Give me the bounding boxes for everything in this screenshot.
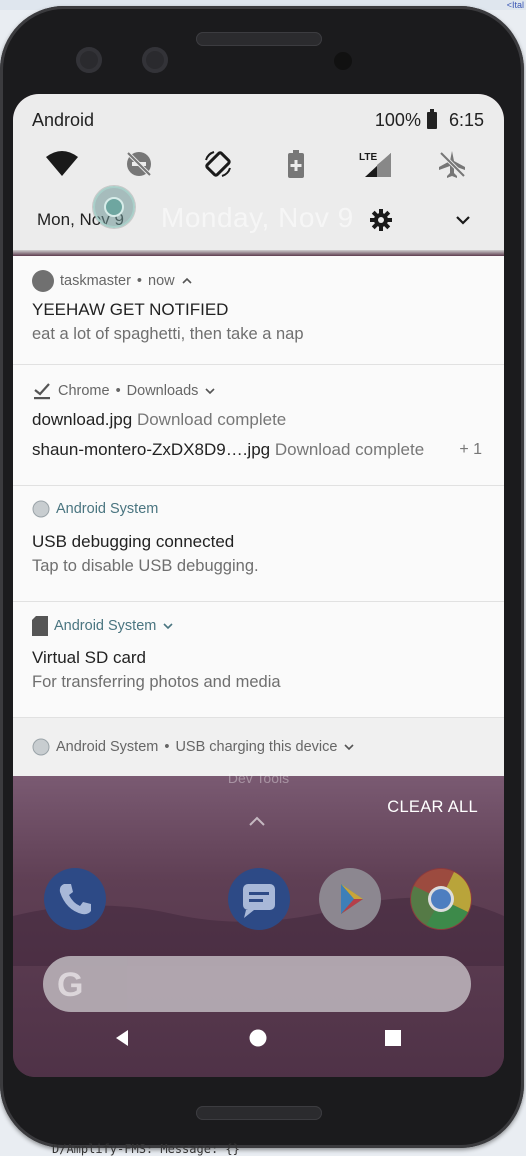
app-name: Android System [54, 618, 157, 634]
notification-subtext: USB charging this device [175, 739, 338, 755]
notification-taskmaster[interactable]: taskmaster • now YEEHAW GET NOTIFIED eat… [13, 256, 504, 365]
phone-app-icon[interactable] [44, 868, 106, 930]
messages-app-icon[interactable] [228, 868, 290, 930]
home-screen: Dev Tools CLEAR ALL G [13, 770, 504, 1077]
notification-title: Virtual SD card [32, 648, 147, 667]
play-store-app-icon[interactable] [319, 868, 381, 930]
notification-time: now [148, 273, 175, 289]
download-status: Download complete [274, 440, 425, 459]
notification-body: eat a lot of spaghetti, then take a nap [32, 325, 304, 343]
auto-rotate-icon[interactable] [196, 142, 240, 186]
status-indicators: 100% 6:15 [374, 109, 484, 131]
download-line-1: download.jpg Download complete [32, 410, 286, 430]
expand-chevron-down-icon[interactable] [343, 741, 355, 753]
notification-body: For transferring photos and media [32, 673, 281, 691]
mobile-data-lte-icon[interactable]: LTE [352, 142, 396, 186]
back-icon[interactable] [110, 1026, 134, 1050]
expand-chevron-down-icon[interactable] [162, 620, 174, 632]
front-camera [142, 47, 168, 73]
separator-dot: • [164, 739, 170, 755]
airplane-mode-off-icon[interactable] [430, 142, 474, 186]
notification-header: Android System • USB charging this devic… [32, 738, 355, 756]
google-logo: G [57, 966, 84, 1004]
collapse-chevron-up-icon[interactable] [181, 275, 193, 287]
notification-header: taskmaster • now [32, 270, 193, 292]
app-drawer-chevron-up-icon[interactable] [247, 814, 267, 828]
chrome-app-icon[interactable] [410, 868, 472, 930]
recents-icon[interactable] [381, 1026, 405, 1050]
notification-header: Android System [32, 500, 158, 518]
notification-usb-charging[interactable]: Android System • USB charging this devic… [13, 718, 504, 777]
home-icon[interactable] [246, 1026, 270, 1050]
notification-virtual-sd-card[interactable]: Android System Virtual SD card For trans… [13, 602, 504, 718]
expand-chevron-down-icon[interactable] [451, 208, 475, 232]
settings-gear-icon[interactable] [369, 208, 393, 232]
more-count: + 1 [459, 441, 482, 458]
battery-icon [426, 109, 437, 129]
notification-body: Tap to disable USB debugging. [32, 557, 259, 575]
front-sensor [76, 47, 102, 73]
folder-label: Dev Tools [227, 770, 290, 786]
quick-settings-panel: Android 100% 6:15 LTE Mon, Nov 9 Monday,… [13, 94, 504, 250]
proximity-sensor [334, 52, 352, 70]
app-name: Chrome [58, 383, 110, 399]
touch-indicator [93, 186, 135, 228]
earpiece-speaker [196, 32, 322, 46]
file-name: shaun-montero-ZxDX8D9….jpg [32, 440, 271, 459]
app-name: taskmaster [60, 273, 131, 289]
separator-dot: • [136, 273, 142, 289]
download-check-icon [34, 383, 50, 400]
status-label: Android [32, 110, 95, 130]
clear-all-button[interactable]: CLEAR ALL [387, 798, 478, 817]
background-text: <Ital [506, 0, 524, 10]
notification-usb-debugging[interactable]: Android System USB debugging connected T… [13, 486, 504, 602]
notification-header: Android System [32, 616, 174, 636]
download-line-2: shaun-montero-ZxDX8D9….jpg Download comp… [32, 440, 424, 460]
notification-title: USB debugging connected [32, 532, 235, 551]
battery-saver-icon[interactable] [274, 142, 318, 186]
sd-card-icon [32, 616, 48, 636]
bottom-speaker [196, 1106, 322, 1120]
notification-title: YEEHAW GET NOTIFIED [32, 300, 229, 319]
background-log-line: D/Amplify-FMS: Message: {} [52, 1142, 240, 1156]
quick-settings-tiles: LTE [13, 142, 504, 186]
app-name: Android System [56, 739, 159, 755]
clock: 6:15 [448, 110, 484, 130]
notification-chrome-downloads[interactable]: Chrome • Downloads download.jpg Download… [13, 365, 504, 486]
download-status: Download complete [136, 410, 287, 429]
lte-badge: LTE [359, 152, 377, 163]
file-name: download.jpg [32, 410, 133, 429]
phone-frame: Android 100% 6:15 LTE Mon, Nov 9 Monday,… [0, 6, 524, 1148]
battery-percent: 100% [374, 110, 421, 130]
date-large-fading: Monday, Nov 9 [161, 202, 354, 233]
do-not-disturb-off-icon[interactable] [117, 142, 161, 186]
notification-header: Chrome • Downloads [32, 382, 216, 400]
taskmaster-app-icon [32, 270, 54, 292]
android-system-icon [32, 738, 50, 756]
notification-subtext: Downloads [126, 383, 199, 399]
google-search-bar[interactable]: G [43, 956, 471, 1012]
app-name: Android System [56, 501, 159, 517]
device-screen: Android 100% 6:15 LTE Mon, Nov 9 Monday,… [13, 94, 504, 1077]
android-system-icon [32, 500, 50, 518]
separator-dot: • [115, 383, 121, 399]
date-row: Mon, Nov 9 Monday, Nov 9 [13, 200, 504, 240]
wifi-icon[interactable] [40, 142, 84, 186]
expand-chevron-down-icon[interactable] [204, 385, 216, 397]
